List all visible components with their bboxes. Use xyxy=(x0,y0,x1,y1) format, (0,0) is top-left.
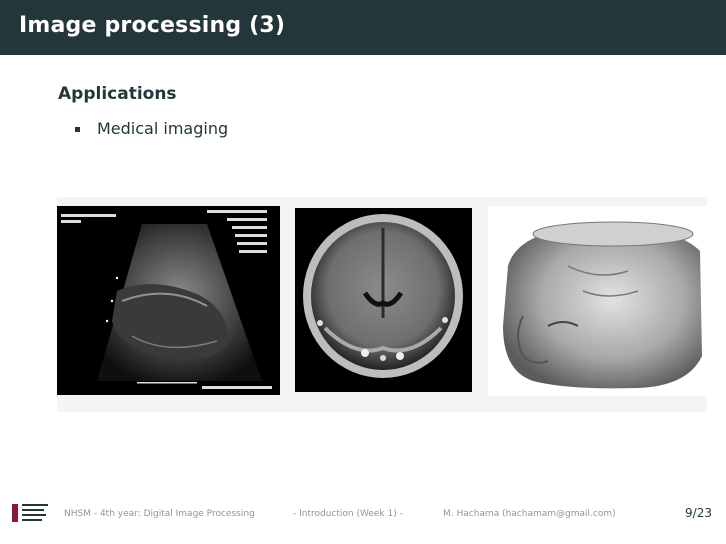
page-number: 9/23 xyxy=(685,506,712,520)
institution-logo xyxy=(12,502,50,526)
footer-author: M. Hachama (hachamam@gmail.com) xyxy=(443,509,616,519)
section-heading: Applications xyxy=(58,84,177,104)
bullet-marker xyxy=(75,127,80,132)
footer-section: - Introduction (Week 1) - xyxy=(293,509,403,519)
ultrasound-image xyxy=(57,206,280,395)
brain-mri-image xyxy=(295,208,472,392)
title-bar: Image processing (3) xyxy=(0,0,726,55)
head-3d-render-image xyxy=(488,206,707,396)
footer-course: NHSM - 4th year: Digital Image Processin… xyxy=(64,509,255,519)
slide-title: Image processing (3) xyxy=(19,13,286,38)
bullet-item-medical-imaging: Medical imaging xyxy=(97,119,229,138)
